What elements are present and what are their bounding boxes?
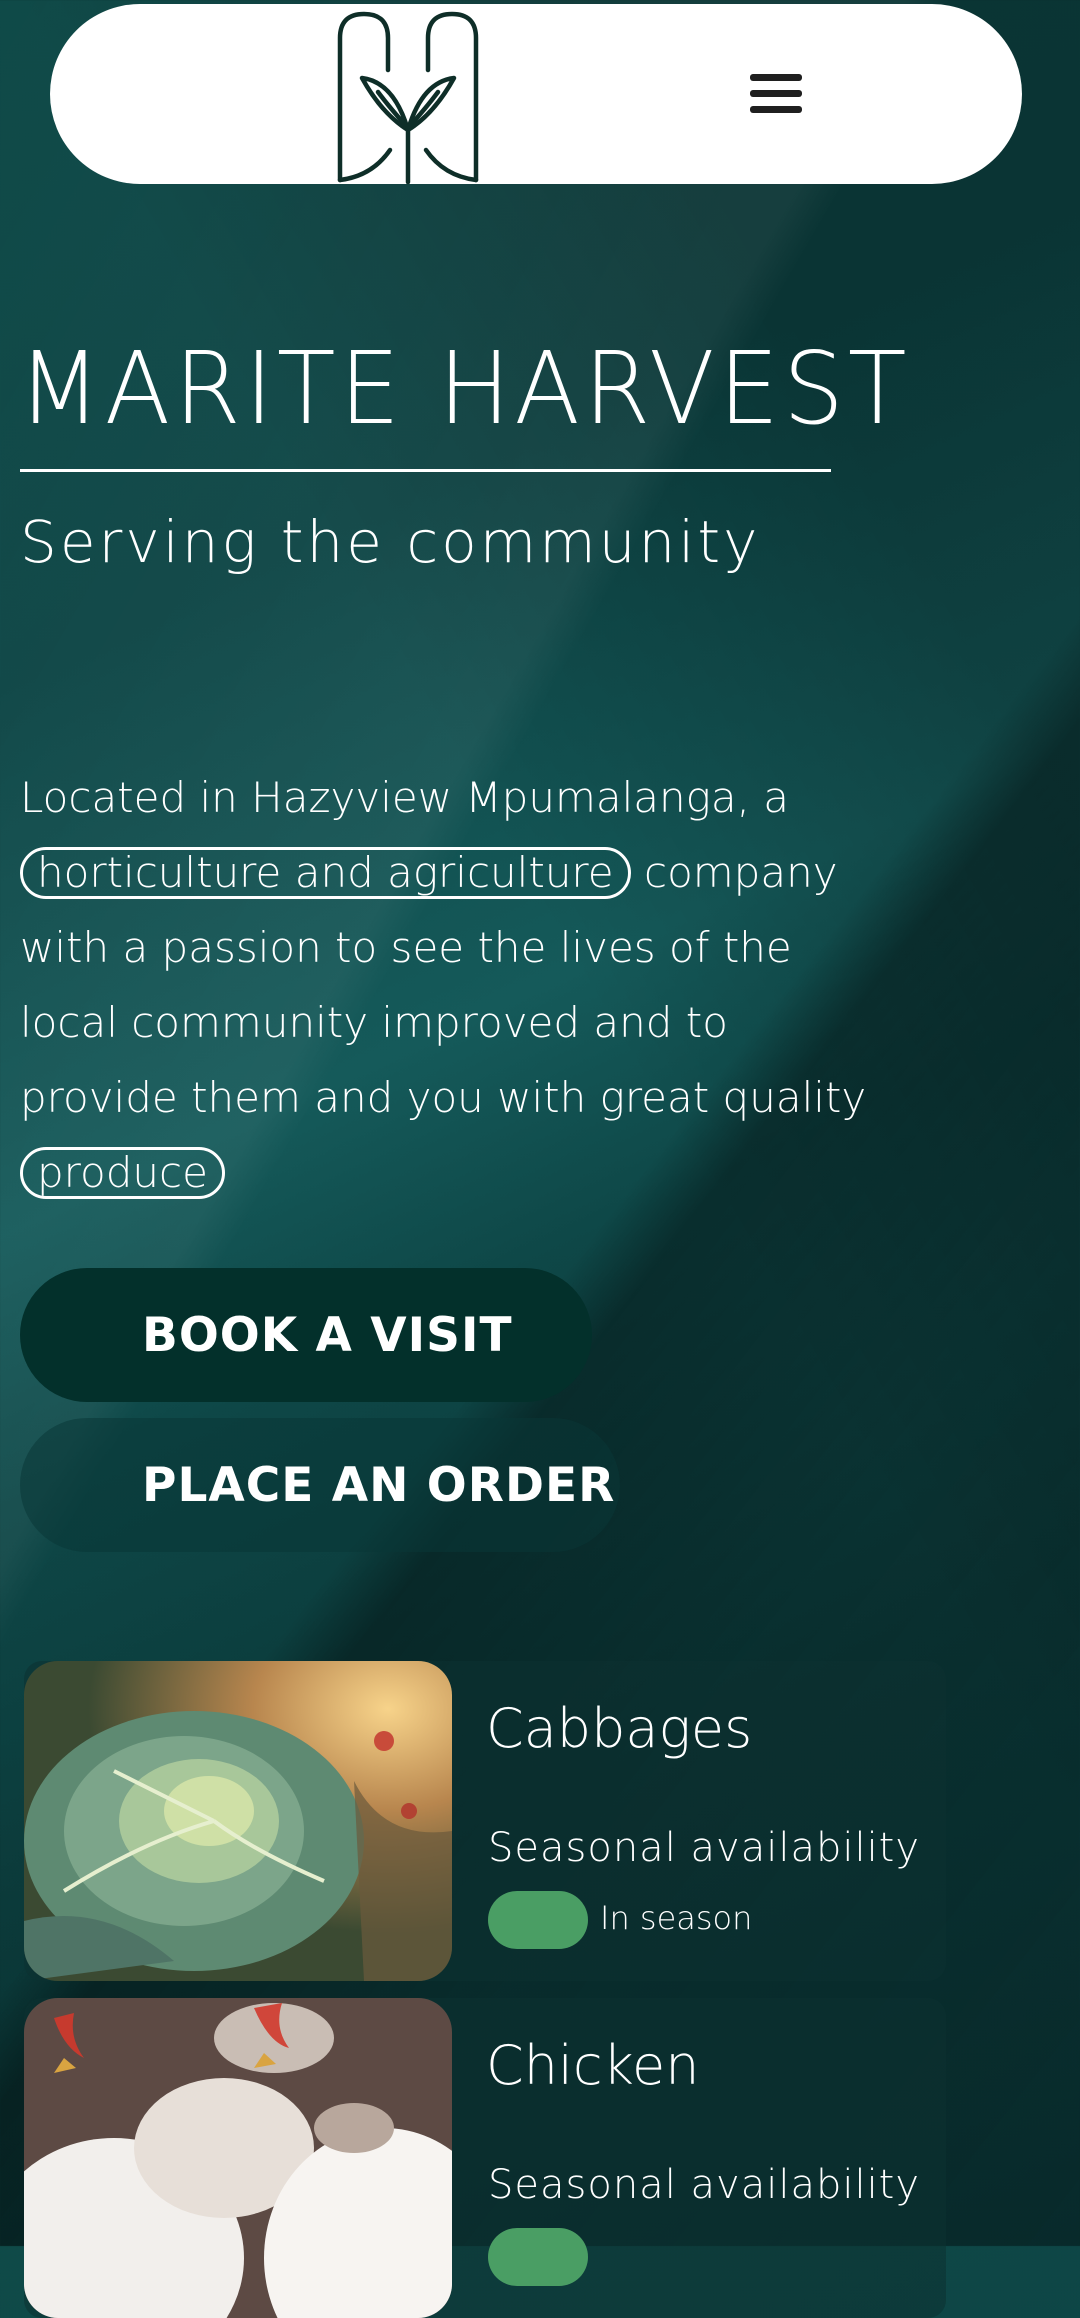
menu-bar bbox=[750, 90, 802, 97]
highlight-produce: produce bbox=[20, 1147, 225, 1199]
menu-bar bbox=[750, 106, 802, 113]
title-divider bbox=[20, 469, 831, 472]
intro-text-part1: Located in Hazyview Mpumalanga, a bbox=[20, 773, 790, 822]
menu-bar bbox=[750, 74, 802, 81]
highlight-horticulture: horticulture and agriculture bbox=[20, 847, 631, 899]
book-a-visit-button[interactable]: BOOK A VISIT bbox=[20, 1268, 592, 1402]
top-navbar bbox=[50, 4, 1022, 186]
availability-label: Seasonal availability bbox=[488, 1825, 921, 1871]
product-card-chicken[interactable]: Chicken Seasonal availability bbox=[24, 1998, 946, 2318]
page-subtitle: Serving the community bbox=[20, 508, 761, 576]
availability-status: In season bbox=[600, 1899, 753, 1937]
product-name: Cabbages bbox=[486, 1697, 753, 1760]
hamburger-menu-icon[interactable] bbox=[750, 74, 802, 118]
leaf-monogram-logo[interactable] bbox=[332, 10, 484, 186]
chicken-image bbox=[24, 1998, 452, 2318]
place-an-order-button[interactable]: PLACE AN ORDER bbox=[20, 1418, 620, 1552]
cabbage-image bbox=[24, 1661, 452, 1981]
intro-paragraph: Located in Hazyview Mpumalanga, a hortic… bbox=[20, 760, 880, 1210]
availability-label: Seasonal availability bbox=[488, 2162, 921, 2208]
product-name: Chicken bbox=[486, 2034, 700, 2097]
page-title: MARITE HARVEST bbox=[18, 330, 911, 447]
availability-toggle[interactable] bbox=[488, 1891, 588, 1949]
availability-toggle[interactable] bbox=[488, 2228, 588, 2286]
product-card-cabbages[interactable]: Cabbages Seasonal availability In season bbox=[24, 1661, 946, 1981]
